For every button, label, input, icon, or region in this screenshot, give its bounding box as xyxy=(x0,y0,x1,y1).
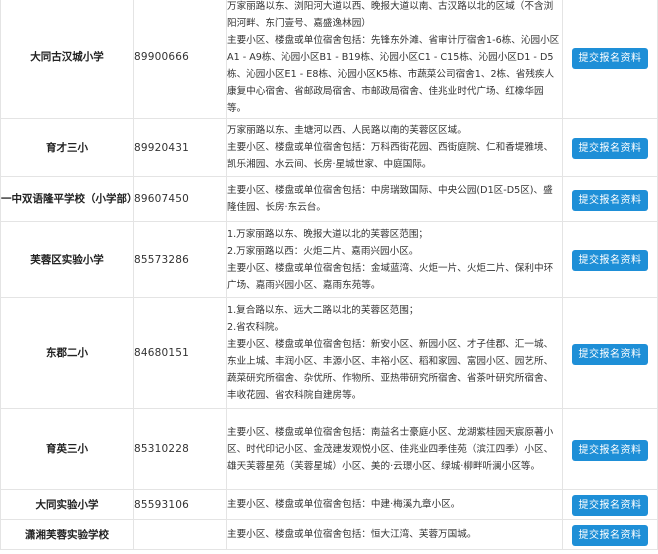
district-line: 主要小区、楼盘或单位宿舍包括：万科西街花园、西街庭院、仁和香堤雅境、凯乐湘园、水… xyxy=(227,142,554,170)
table-row: 大同古汉城小学 89900666 万家丽路以东、浏阳河大道以西、晚报大道以南、古… xyxy=(0,0,658,119)
action-cell: 提交报名资料 xyxy=(562,221,658,298)
district-line: 主要小区、楼盘或单位宿舍包括：金域蓝湾、火炬一片、火炬二片、保利中环广场、嘉雨兴… xyxy=(227,262,554,291)
table-row: 东郡二小 84680151 1.复合路以东、远大二路以北的芙蓉区范围； 2.省农… xyxy=(0,297,658,409)
school-name: 大同实验小学 xyxy=(0,489,134,520)
phone-number: 85573286 xyxy=(133,221,227,298)
district-description: 主要小区、楼盘或单位宿舍包括：恒大江湾、芙蓉万国城。 xyxy=(226,519,563,550)
submit-application-button[interactable]: 提交报名资料 xyxy=(572,189,648,211)
submit-application-button[interactable]: 提交报名资料 xyxy=(572,47,648,69)
district-line: 1.复合路以东、远大二路以北的芙蓉区范围； xyxy=(227,305,419,316)
table-row: 大同实验小学 85593106 主要小区、楼盘或单位宿舍包括：中建·梅溪九章小区… xyxy=(0,489,658,520)
submit-application-button[interactable]: 提交报名资料 xyxy=(572,250,648,271)
phone-number: 85593106 xyxy=(133,489,227,520)
phone-number xyxy=(133,519,227,550)
school-name: 一中双语隆平学校（小学部） xyxy=(0,176,138,222)
district-line: 2.省农科院。 xyxy=(227,322,285,333)
action-cell: 提交报名资料 xyxy=(562,0,658,119)
submit-application-button[interactable]: 提交报名资料 xyxy=(572,439,648,461)
school-name: 东郡二小 xyxy=(0,297,134,409)
district-line: 万家丽路以东、圭塘河以西、人民路以南的芙蓉区区域。 xyxy=(227,125,467,136)
district-description: 主要小区、楼盘或单位宿舍包括：南益名士豪庭小区、龙湖紫桂园天宸原著小区、时代印记… xyxy=(226,408,563,490)
table-row: 潇湘芙蓉实验学校 主要小区、楼盘或单位宿舍包括：恒大江湾、芙蓉万国城。 提交报名… xyxy=(0,519,658,550)
district-description: 1.复合路以东、远大二路以北的芙蓉区范围； 2.省农科院。 主要小区、楼盘或单位… xyxy=(226,297,563,409)
district-line: 主要小区、楼盘或单位宿舍包括：中建·梅溪九章小区。 xyxy=(227,499,461,510)
district-description: 万家丽路以东、圭塘河以西、人民路以南的芙蓉区区域。 主要小区、楼盘或单位宿舍包括… xyxy=(226,118,563,177)
district-description: 万家丽路以东、浏阳河大道以西、晚报大道以南、古汉路以北的区域（不含浏阳河畔、东门… xyxy=(226,0,563,119)
school-name: 育才三小 xyxy=(0,118,134,177)
phone-number: 89900666 xyxy=(133,0,227,119)
submit-application-button[interactable]: 提交报名资料 xyxy=(572,525,648,546)
submit-application-button[interactable]: 提交报名资料 xyxy=(572,495,648,516)
table-row: 育才三小 89920431 万家丽路以东、圭塘河以西、人民路以南的芙蓉区区域。 … xyxy=(0,118,658,177)
district-description: 1.万家丽路以东、晚报大道以北的芙蓉区范围； 2.万家丽路以西：火炬二片、嘉雨兴… xyxy=(226,221,563,298)
phone-number: 89920431 xyxy=(133,118,227,177)
phone-number: 89607450 xyxy=(133,176,227,222)
district-description: 主要小区、楼盘或单位宿舍包括：中建·梅溪九章小区。 xyxy=(226,489,563,520)
action-cell: 提交报名资料 xyxy=(562,176,658,222)
phone-number: 84680151 xyxy=(133,297,227,409)
school-name: 潇湘芙蓉实验学校 xyxy=(0,519,134,550)
school-district-table: 大同古汉城小学 89900666 万家丽路以东、浏阳河大道以西、晚报大道以南、古… xyxy=(0,0,658,550)
table-row: 育英三小 85310228 主要小区、楼盘或单位宿舍包括：南益名士豪庭小区、龙湖… xyxy=(0,408,658,490)
submit-application-button[interactable]: 提交报名资料 xyxy=(572,343,648,365)
school-name: 育英三小 xyxy=(0,408,134,490)
district-line: 主要小区、楼盘或单位宿舍包括：中房瑞致国际、中央公园(D1区-D5区)、盛隆佳园… xyxy=(227,185,553,213)
district-description: 主要小区、楼盘或单位宿舍包括：中房瑞致国际、中央公园(D1区-D5区)、盛隆佳园… xyxy=(226,176,563,222)
table-row: 一中双语隆平学校（小学部） 89607450 主要小区、楼盘或单位宿舍包括：中房… xyxy=(0,176,658,222)
action-cell: 提交报名资料 xyxy=(562,519,658,550)
school-name: 芙蓉区实验小学 xyxy=(0,221,134,298)
table-row: 芙蓉区实验小学 85573286 1.万家丽路以东、晚报大道以北的芙蓉区范围； … xyxy=(0,221,658,298)
action-cell: 提交报名资料 xyxy=(562,297,658,409)
district-line: 2.万家丽路以西：火炬二片、嘉雨兴园小区。 xyxy=(227,245,419,257)
district-line: 主要小区、楼盘或单位宿舍包括：先锋东外滩、省审计厅宿舍1-6栋、沁园小区A1 -… xyxy=(227,34,560,114)
action-cell: 提交报名资料 xyxy=(562,489,658,520)
action-cell: 提交报名资料 xyxy=(562,408,658,490)
school-name: 大同古汉城小学 xyxy=(0,0,134,119)
district-line: 主要小区、楼盘或单位宿舍包括：恒大江湾、芙蓉万国城。 xyxy=(227,529,477,540)
submit-application-button[interactable]: 提交报名资料 xyxy=(572,138,648,159)
district-line: 1.万家丽路以东、晚报大道以北的芙蓉区范围； xyxy=(227,228,429,240)
phone-number: 85310228 xyxy=(133,408,227,490)
district-line: 主要小区、楼盘或单位宿舍包括：新安小区、新园小区、才子佳郡、汇一城、东业上城、丰… xyxy=(227,339,554,401)
district-line: 万家丽路以东、浏阳河大道以西、晚报大道以南、古汉路以北的区域（不含浏阳河畔、东门… xyxy=(227,0,554,29)
district-line: 主要小区、楼盘或单位宿舍包括：南益名士豪庭小区、龙湖紫桂园天宸原著小区、时代印记… xyxy=(227,426,554,472)
action-cell: 提交报名资料 xyxy=(562,118,658,177)
